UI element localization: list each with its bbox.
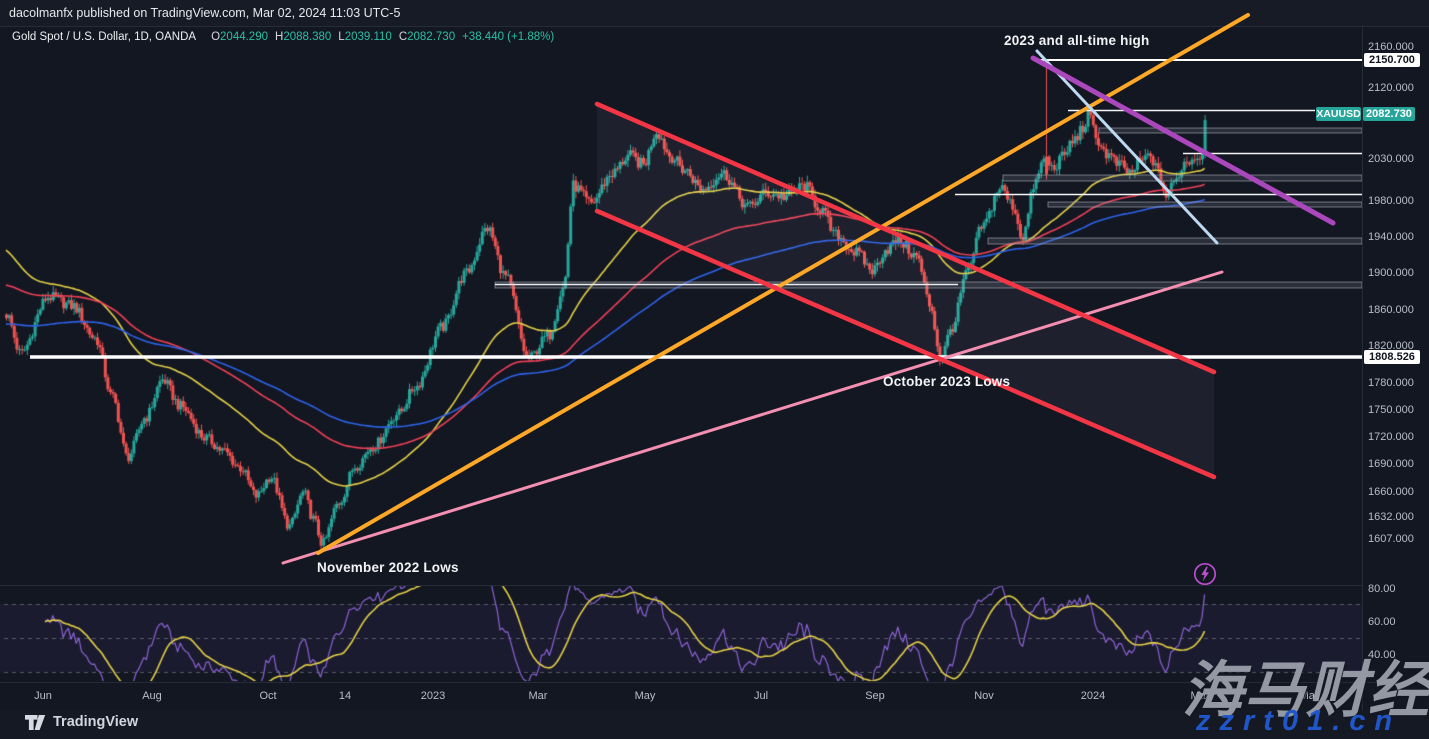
close-value: 2082.730: [407, 31, 455, 43]
symbol-badge: XAUUSD: [1316, 107, 1361, 121]
time-tick-label: Sep: [845, 690, 905, 702]
tradingview-logo-icon: [25, 715, 46, 730]
axis-tick-label: 1660.000: [1368, 486, 1414, 498]
axis-tick-label: 1900.000: [1368, 267, 1414, 279]
annotation-october-lows[interactable]: October 2023 Lows: [883, 374, 1010, 389]
time-tick-label: May: [615, 690, 675, 702]
close-label: C: [399, 31, 407, 43]
axis-tick-label: 80.00: [1368, 583, 1396, 595]
time-tick-label: Oct: [238, 690, 298, 702]
axis-tick-label: 1632.000: [1368, 511, 1414, 523]
tradingview-published-chart: dacolmanfx published on TradingView.com,…: [0, 0, 1429, 739]
symbol-title[interactable]: Gold Spot / U.S. Dollar, 1D, OANDA: [12, 31, 196, 43]
open-label: O: [211, 31, 220, 43]
axis-divider-vertical: [1362, 27, 1363, 710]
axis-tick-label: 1860.000: [1368, 304, 1414, 316]
time-tick-label: 2023: [403, 690, 463, 702]
watermark-url: zzrt01.cn: [1196, 705, 1401, 738]
tradingview-logo[interactable]: TradingView: [25, 714, 138, 730]
time-tick-label: Jun: [13, 690, 73, 702]
axis-tick-label: 2030.000: [1368, 153, 1414, 165]
time-tick-label: Jul: [731, 690, 791, 702]
last-price-badge: 2082.730: [1363, 107, 1415, 121]
lightning-icon: [1192, 561, 1218, 587]
annotation-all-time-high[interactable]: 2023 and all-time high: [1004, 33, 1149, 48]
axis-tick-label: 60.00: [1368, 616, 1396, 628]
time-tick-label: Nov: [954, 690, 1014, 702]
price-label-ath: 2150.700: [1364, 53, 1420, 67]
axis-tick-label: 1690.000: [1368, 458, 1414, 470]
change-value: +38.440 (+1.88%): [462, 31, 554, 43]
price-chart-canvas[interactable]: [0, 0, 1429, 739]
high-value: 2088.380: [283, 31, 331, 43]
price-label-support: 1808.526: [1364, 350, 1420, 364]
axis-tick-label: 2160.000: [1368, 41, 1414, 53]
axis-tick-label: 1750.000: [1368, 404, 1414, 416]
open-value: 2044.290: [220, 31, 268, 43]
symbol-legend[interactable]: Gold Spot / U.S. Dollar, 1D, OANDA O2044.…: [12, 31, 554, 43]
boost-lightning-button[interactable]: [1192, 561, 1218, 587]
time-tick-label: 14: [315, 690, 375, 702]
axis-tick-label: 1720.000: [1368, 431, 1414, 443]
pane-divider[interactable]: [0, 585, 1362, 586]
annotation-november-lows[interactable]: November 2022 Lows: [317, 560, 459, 575]
axis-tick-label: 1980.000: [1368, 195, 1414, 207]
time-axis[interactable]: JunAugOct142023MarMayJulSepNov2024MarMay: [0, 682, 1362, 710]
axis-tick-label: 1780.000: [1368, 377, 1414, 389]
axis-tick-label: 1607.000: [1368, 533, 1414, 545]
time-tick-label: Mar: [508, 690, 568, 702]
time-tick-label: Aug: [122, 690, 182, 702]
axis-tick-label: 2120.000: [1368, 82, 1414, 94]
tradingview-logo-text: TradingView: [53, 714, 138, 730]
low-value: 2039.110: [345, 31, 392, 43]
axis-tick-label: 1940.000: [1368, 231, 1414, 243]
time-tick-label: 2024: [1063, 690, 1123, 702]
